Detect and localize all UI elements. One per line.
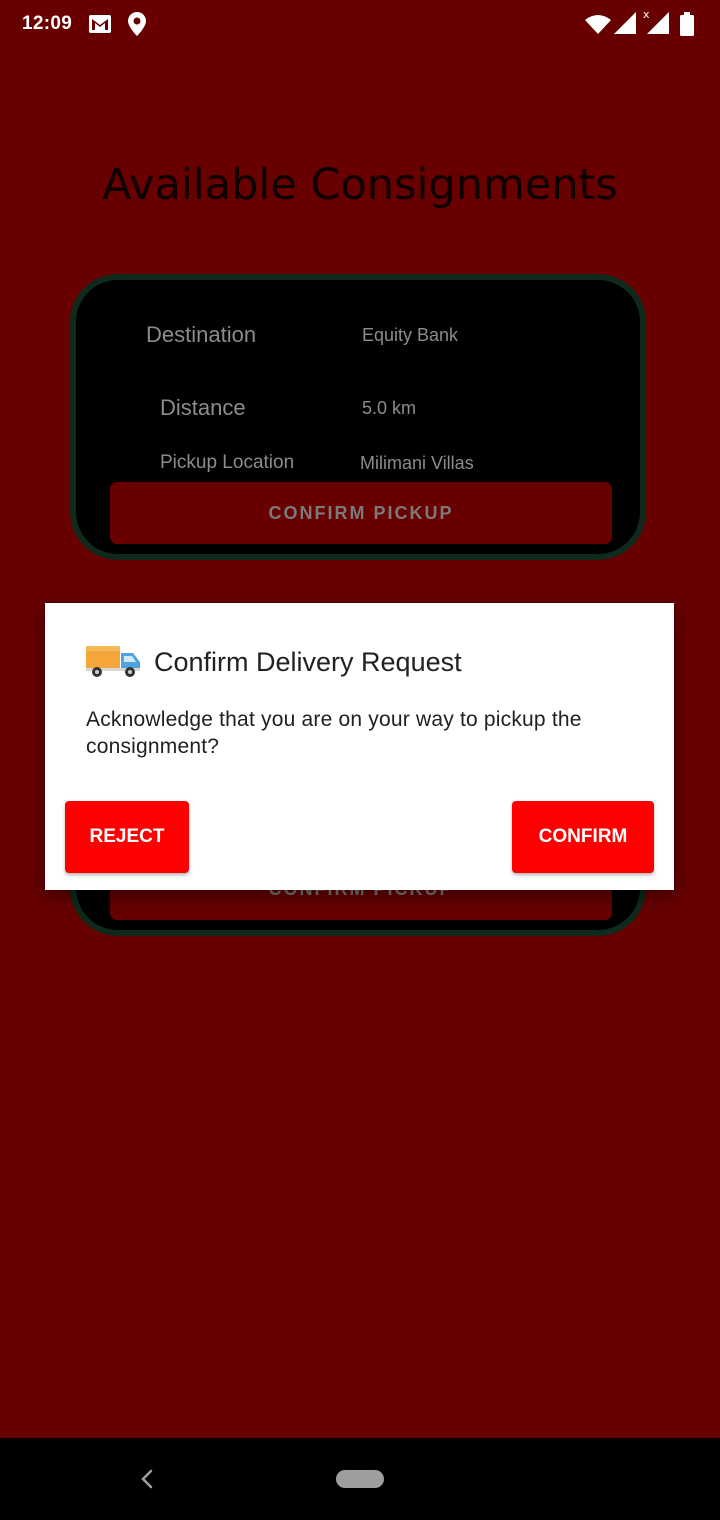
confirm-delivery-dialog: Confirm Delivery Request Acknowledge tha… [45, 603, 674, 890]
dialog-title: Confirm Delivery Request [154, 647, 462, 677]
dialog-message: Acknowledge that you are on your way to … [86, 708, 582, 758]
confirm-button[interactable]: CONFIRM [512, 801, 654, 873]
reject-button[interactable]: REJECT [65, 801, 189, 873]
delivery-truck-icon [86, 646, 140, 677]
home-pill-icon[interactable] [336, 1470, 384, 1488]
navigation-bar [0, 1438, 720, 1520]
back-icon[interactable] [139, 1468, 155, 1490]
